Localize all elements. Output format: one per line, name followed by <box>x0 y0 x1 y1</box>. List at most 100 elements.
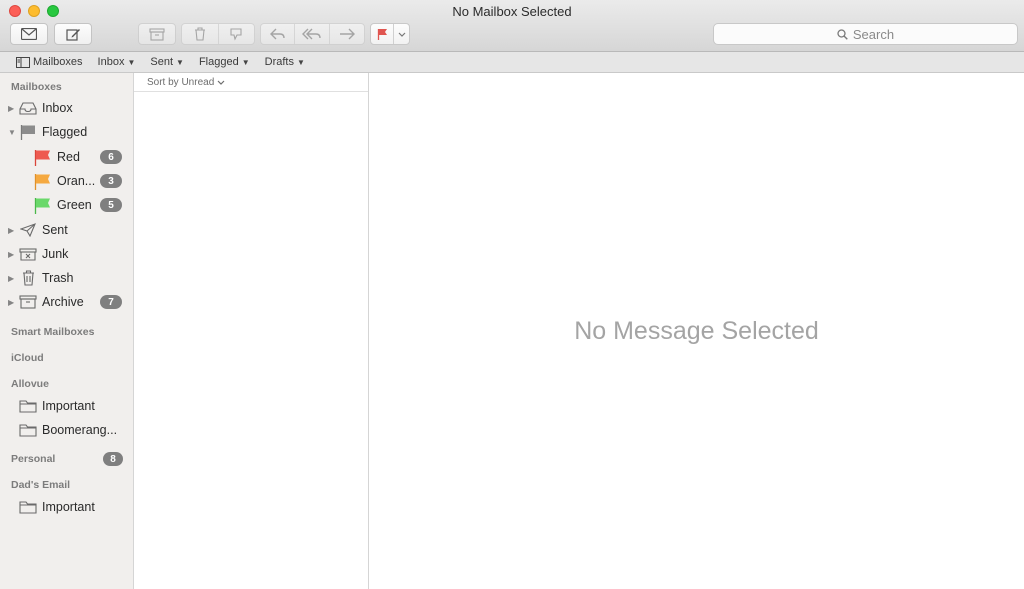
archive-box-icon <box>19 295 37 309</box>
reply-group <box>260 23 365 45</box>
forward-button[interactable] <box>330 24 364 44</box>
reply-all-button[interactable] <box>295 24 330 44</box>
sidebar-item-label: Red <box>57 150 80 164</box>
toolbar: No Mailbox Selected Search <box>0 0 1024 52</box>
favorite-label: Drafts <box>264 56 294 68</box>
sidebar-item-label: Flagged <box>42 125 88 139</box>
flag-button[interactable] <box>371 24 395 44</box>
flag-menu-button[interactable] <box>394 24 409 44</box>
reply-button[interactable] <box>261 24 296 44</box>
flag-button-group <box>370 23 410 45</box>
window-title: No Mailbox Selected <box>452 4 572 19</box>
chevron-down-icon: ▼ <box>127 57 136 67</box>
chevron-down-icon: ▼ <box>176 57 184 67</box>
chevron-down-icon <box>217 80 225 85</box>
reply-all-icon <box>302 28 321 40</box>
green-flag-icon <box>34 197 51 214</box>
message-viewer: No Message Selected <box>369 73 1024 589</box>
sort-label: Sort by Unread <box>147 76 215 88</box>
junk-icon <box>230 28 242 41</box>
sidebar-item-allovue-important[interactable]: Important <box>0 395 134 417</box>
sidebar-item-label: Archive <box>42 295 84 309</box>
sidebar-item-trash[interactable]: ▶ Trash <box>0 267 134 289</box>
inbox-tray-icon <box>19 101 37 115</box>
disclosure-triangle-open-icon[interactable]: ▼ <box>8 128 16 137</box>
delete-button[interactable] <box>182 24 219 44</box>
mail-window: No Mailbox Selected Search Mailboxes Inb… <box>0 0 1024 589</box>
message-list[interactable]: Sort by Unread <box>134 73 369 589</box>
sidebar-item-allovue-boomerang[interactable]: Boomerang... <box>0 419 134 441</box>
personal-section-header[interactable]: Personal <box>11 453 55 465</box>
sidebar-item-label: Sent <box>42 223 68 237</box>
sidebar-icon <box>16 56 30 68</box>
archive-icon <box>149 27 165 41</box>
sidebar-item-label: Important <box>42 500 95 514</box>
disclosure-triangle-icon[interactable]: ▶ <box>8 298 16 307</box>
allovue-section-header[interactable]: Allovue <box>11 378 49 390</box>
sidebar-item-red[interactable]: Red 6 <box>0 146 134 168</box>
get-mail-button[interactable] <box>10 23 48 45</box>
red-flag-icon <box>34 149 51 166</box>
trash-icon <box>22 270 35 286</box>
mailboxes-section-header[interactable]: Mailboxes <box>11 81 62 93</box>
search-field[interactable]: Search <box>713 23 1018 45</box>
search-icon <box>837 28 848 40</box>
favorite-drafts[interactable]: Drafts ▼ <box>265 56 305 68</box>
mailboxes-label: Mailboxes <box>33 56 83 68</box>
sidebar-item-label: Inbox <box>42 101 73 115</box>
sidebar-item-sent[interactable]: ▶ Sent <box>0 219 134 241</box>
dads-email-section-header[interactable]: Dad's Email <box>11 479 70 491</box>
sidebar-item-green[interactable]: Green 5 <box>0 194 134 216</box>
search-placeholder: Search <box>852 26 895 42</box>
unread-count-badge: 3 <box>100 174 122 188</box>
sidebar-item-orange[interactable]: Oran... 3 <box>0 170 134 192</box>
icloud-section-header[interactable]: iCloud <box>11 352 44 364</box>
favorite-flagged[interactable]: Flagged ▼ <box>199 56 250 68</box>
sidebar-item-dads-important[interactable]: Important <box>0 496 134 518</box>
archive-button[interactable] <box>138 23 176 45</box>
sidebar-item-label: Important <box>42 399 95 413</box>
favorite-label: Flagged <box>198 56 239 68</box>
unread-count-badge: 6 <box>100 150 122 164</box>
smart-mailboxes-section-header[interactable]: Smart Mailboxes <box>11 326 94 338</box>
envelope-icon <box>21 28 37 40</box>
sidebar-item-flagged[interactable]: ▼ Flagged <box>0 121 134 143</box>
folder-icon <box>19 500 37 514</box>
junk-button[interactable] <box>219 24 255 44</box>
favorites-bar: Mailboxes Inbox ▼ Sent ▼ Flagged ▼ Drafts ▼ <box>0 52 1024 73</box>
sidebar-item-archive[interactable]: ▶ Archive 7 <box>0 291 134 313</box>
compose-button[interactable] <box>54 23 92 45</box>
folder-icon <box>19 423 37 437</box>
no-message-selected-text: No Message Selected <box>574 317 819 345</box>
unread-count-badge: 7 <box>100 295 122 309</box>
mailboxes-toggle-button[interactable]: Mailboxes <box>16 56 83 68</box>
reply-icon <box>269 28 285 40</box>
sidebar-item-label: Green <box>57 198 92 212</box>
sidebar-item-inbox[interactable]: ▶ Inbox <box>0 97 134 119</box>
flag-icon <box>377 29 387 40</box>
folder-icon <box>19 399 37 413</box>
favorite-label: Inbox <box>97 56 125 68</box>
chevron-down-icon <box>398 32 406 37</box>
sidebar-item-label: Trash <box>42 271 74 285</box>
chevron-down-icon: ▼ <box>296 57 305 67</box>
disclosure-triangle-icon[interactable]: ▶ <box>8 250 16 259</box>
sidebar-item-label: Oran... <box>57 174 96 188</box>
disclosure-triangle-icon[interactable]: ▶ <box>8 226 16 235</box>
favorite-label: Sent <box>150 56 174 68</box>
compose-icon <box>65 28 80 41</box>
favorite-inbox[interactable]: Inbox ▼ <box>98 56 136 68</box>
paper-plane-icon <box>20 223 36 237</box>
forward-icon <box>339 28 355 40</box>
disclosure-triangle-icon[interactable]: ▶ <box>8 274 16 283</box>
sidebar-item-label: Boomerang... <box>42 423 118 437</box>
favorite-sent[interactable]: Sent ▼ <box>150 56 184 68</box>
unread-count-badge: 8 <box>103 452 123 466</box>
junk-icon <box>19 247 37 261</box>
flag-icon <box>20 124 36 140</box>
disclosure-triangle-icon[interactable]: ▶ <box>8 104 16 113</box>
unread-count-badge: 5 <box>100 198 122 212</box>
sort-menu[interactable]: Sort by Unread <box>134 73 368 92</box>
sidebar-item-junk[interactable]: ▶ Junk <box>0 243 134 265</box>
orange-flag-icon <box>34 173 51 190</box>
